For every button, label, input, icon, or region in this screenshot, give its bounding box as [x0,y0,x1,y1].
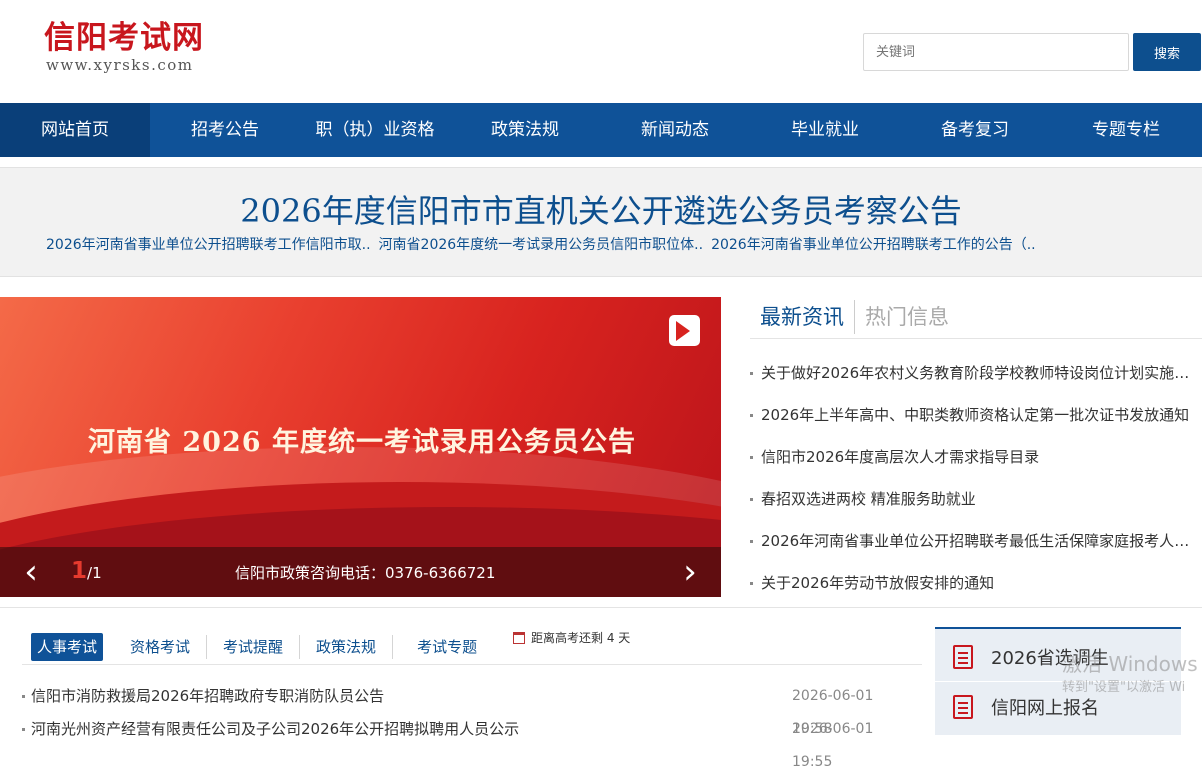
headline-link[interactable]: 2026年河南省事业单位公开招聘联考工作信阳市取.. [46,234,371,254]
list-item-title: 河南光州资产经营有限责任公司及子公司2026年公开招聘拟聘用人员公示 [31,720,520,738]
tab-personnel-exam[interactable]: 人事考试 [31,632,104,661]
nav-item-special[interactable]: 专题专栏 [1050,103,1202,157]
site-header: 信阳考试网 www.xyrsks.com 搜索 [0,0,1202,103]
countdown-text: 距离高考还剩 4 天 [531,631,631,645]
list-item[interactable]: 2026年河南省事业单位公开招聘联考最低生活保障家庭报考人员说明 [750,520,1202,562]
logo-url: www.xyrsks.com [46,56,194,74]
list-item[interactable]: 关于做好2026年农村义务教育阶段学校教师特设岗位计划实施工作的通知 [750,352,1202,394]
nav-item-qualification[interactable]: 职（执）业资格 [300,103,450,157]
windows-activation-watermark: 激活 Windows [1062,652,1198,676]
list-item[interactable]: 信阳市消防救援局2026年招聘政府专职消防队员公告 2026-06-01 19:… [22,680,912,737]
headline-title[interactable]: 2026年度信阳市市直机关公开遴选公务员考察公告 [0,186,1202,232]
nav-item-review[interactable]: 备考复习 [900,103,1050,157]
logo-title: 信阳考试网 [44,20,204,56]
news-tabs: 最新资讯 热门信息 [750,295,1202,339]
nav-item-recruitment[interactable]: 招考公告 [150,103,300,157]
tab-exam-topic[interactable]: 考试专题 [393,635,501,659]
tab-latest-news[interactable]: 最新资讯 [750,300,854,334]
search-button[interactable]: 搜索 [1133,33,1201,71]
tab-hot-info[interactable]: 热门信息 [854,299,959,334]
site-logo[interactable]: 信阳考试网 www.xyrsks.com [44,20,204,74]
search-input[interactable] [863,33,1129,71]
gaokao-countdown: 距离高考还剩 4 天 [513,629,630,646]
slide-brand-icon [669,315,700,346]
slide-current: 1 [71,558,88,584]
news-list: 关于做好2026年农村义务教育阶段学校教师特设岗位计划实施工作的通知 2026年… [750,352,1202,604]
list-item-title: 信阳市消防救援局2026年招聘政府专职消防队员公告 [31,687,385,705]
headline-link[interactable]: 2026年河南省事业单位公开招聘联考工作的公告（.. [711,234,1036,254]
quick-link-label: 信阳网上报名 [991,698,1099,719]
slide-text: 河南省 2026 年度统一考试录用公务员公告 [88,427,636,458]
exam-news-list: 信阳市消防救援局2026年招聘政府专职消防队员公告 2026-06-01 19:… [22,680,912,770]
slide-total: /1 [87,564,102,582]
slide-caption: 信阳市政策咨询电话：0376-6366721 [235,564,496,582]
list-item[interactable]: 春招双选进两校 精准服务助就业 [750,478,1202,520]
document-icon [953,695,973,719]
headline-band: 2026年度信阳市市直机关公开遴选公务员考察公告 2026年河南省事业单位公开招… [0,167,1202,277]
list-item-date: 2026-06-01 19:55 [792,721,874,770]
list-item[interactable]: 2026年上半年高中、中职类教师资格认定第一批次证书发放通知 [750,394,1202,436]
tab-exam-reminder[interactable]: 考试提醒 [207,634,301,659]
slide-next-icon[interactable]: › [675,555,705,589]
headline-link[interactable]: 河南省2026年度统一考试录用公务员信阳市职位体.. [379,234,704,254]
headline-links: 2026年河南省事业单位公开招聘联考工作信阳市取.. 河南省2026年度统一考试… [46,234,1036,254]
tab-qualification-exam[interactable]: 资格考试 [114,634,208,659]
nav-item-employment[interactable]: 毕业就业 [750,103,900,157]
windows-activation-hint: 转到"设置"以激活 Wi [1062,680,1186,695]
nav-item-home[interactable]: 网站首页 [0,103,150,157]
calendar-icon [513,631,525,644]
tab-policy[interactable]: 政策法规 [300,634,394,659]
nav-item-policy[interactable]: 政策法规 [450,103,600,157]
slide-prev-icon[interactable]: ‹ [16,555,46,589]
nav-item-news[interactable]: 新闻动态 [600,103,750,157]
slide-counter: 1/1 [71,558,102,584]
list-item[interactable]: 河南光州资产经营有限责任公司及子公司2026年公开招聘拟聘用人员公示 2026-… [22,713,912,770]
document-icon [953,645,973,669]
list-item[interactable]: 关于2026年劳动节放假安排的通知 [750,562,1202,604]
main-nav: 网站首页 招考公告 职（执）业资格 政策法规 新闻动态 毕业就业 备考复习 专题… [0,103,1202,157]
exam-tabs: 人事考试 资格考试 考试提醒 政策法规 考试专题 [22,629,922,665]
list-item[interactable]: 信阳市2026年度高层次人才需求指导目录 [750,436,1202,478]
